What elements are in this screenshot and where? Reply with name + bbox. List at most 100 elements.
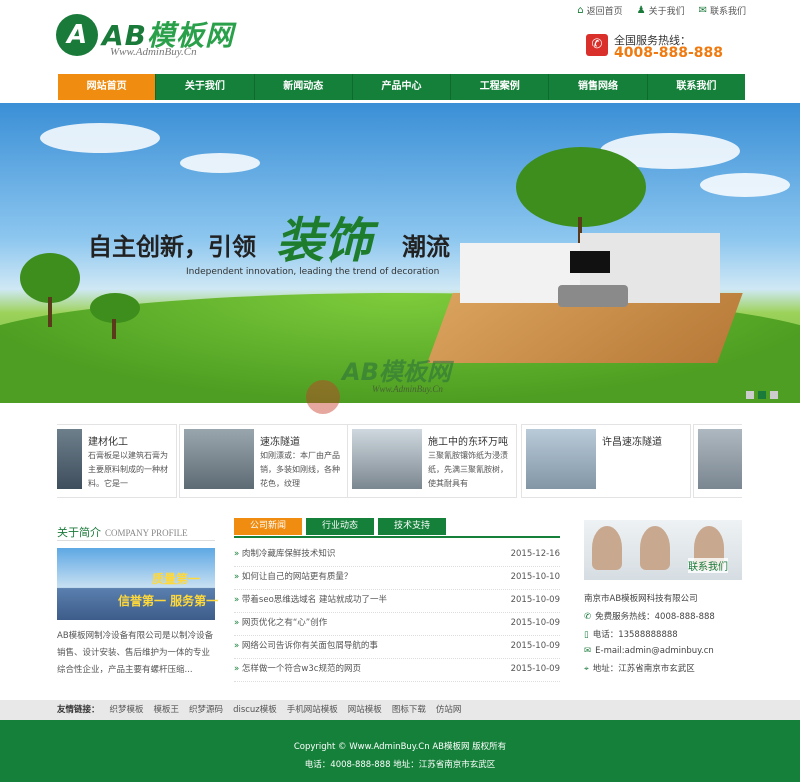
contact-label: 联系我们: [688, 558, 728, 573]
nav-about[interactable]: 关于我们: [156, 74, 255, 100]
home-icon: ⌂: [577, 5, 584, 16]
product-title: 施工中的东环万吨: [428, 437, 508, 448]
friend-link[interactable]: 模板王: [154, 703, 180, 715]
email: ✉ E-mail:admin@adminbuy.cn: [584, 646, 714, 656]
agent-avatar: [592, 526, 622, 570]
news-list: 肉制冷藏库保鲜技术知识2015-12-16 如何让自己的网站更有质量？2015-…: [234, 544, 560, 682]
about-text: AB模板网制冷设备有限公司是以制冷设备销售、设计安装、售后维护为一体的专业综合性…: [57, 631, 214, 675]
nav-cases[interactable]: 工程案例: [451, 74, 550, 100]
news-tabs: 公司新闻 行业动态 技术支持: [234, 518, 446, 535]
product-image: [184, 429, 254, 489]
list-item[interactable]: 网络公司告诉你有关面包屑导航的事2015-10-09: [234, 636, 560, 659]
friend-link[interactable]: 织梦源码: [189, 703, 223, 715]
product-title: 速冻隧道: [260, 437, 300, 448]
friend-link[interactable]: 图标下载: [392, 703, 426, 715]
free-line: ✆ 免费服务热线：4008-888-888: [584, 612, 715, 622]
about-link[interactable]: ♟ 关于我们: [637, 4, 685, 17]
list-item[interactable]: 带着seo思维选域名 建站就成功了一半2015-10-09: [234, 590, 560, 613]
company-name: 南京市AB模板网科技有限公司: [584, 594, 698, 604]
phone: ▯ 电话：13588888888: [584, 630, 678, 640]
tab-industry[interactable]: 行业动态: [306, 518, 374, 535]
mobile-icon: ▯: [584, 630, 589, 640]
banner-title-accent: 装饰: [276, 213, 373, 269]
product-desc: 石膏板是以建筑石膏为主要原料制成的一种材料。它是一: [88, 451, 168, 488]
product-card[interactable]: 速冻隧道 如刚漂或：本厂由产品销，多装如刚线，各种花色，纹理: [179, 424, 349, 498]
carousel-dot[interactable]: [770, 391, 778, 399]
address: ⌖ 地址：江苏省南京市玄武区: [584, 664, 695, 674]
agent-avatar: [640, 526, 670, 570]
watermark-subtitle: Www.AdminBuy.Cn: [372, 384, 443, 394]
logo-subtitle: Www.AdminBuy.Cn: [110, 46, 197, 58]
home-link[interactable]: ⌂ 返回首页: [577, 4, 622, 17]
copyright: Copyright © Www.AdminBuy.Cn AB模板网 版权所有: [293, 742, 507, 752]
nav-contact[interactable]: 联系我们: [648, 74, 745, 100]
banner-subtitle: Independent innovation, leading the tren…: [186, 267, 440, 277]
product-title: 许昌速冻隧道: [602, 437, 662, 448]
divider: [57, 540, 215, 541]
nav-products[interactable]: 产品中心: [353, 74, 452, 100]
friend-links: 友情链接： 织梦模板 模板王 织梦源码 discuz模板 手机网站模板 网站模板…: [57, 703, 461, 715]
header: A AB模板网 Www.AdminBuy.Cn ⌂ 返回首页 ♟ 关于我们 ✉ 联系我…: [0, 0, 800, 72]
hotline-number: 4008-888-888: [614, 45, 724, 61]
mail-icon: ✉: [584, 646, 592, 656]
decorated-room-image: [427, 233, 743, 363]
friend-link[interactable]: 手机网站模板: [287, 703, 338, 715]
carousel-dot-active[interactable]: [758, 391, 766, 399]
cloud: [40, 123, 160, 153]
location-icon: ⌖: [584, 664, 589, 674]
divider: [234, 536, 560, 538]
product-image: [698, 429, 742, 489]
sofa-icon: [558, 285, 628, 307]
footer-contact: 电话：4008-888-888 地址：江苏省南京市玄武区: [304, 760, 496, 770]
footer: Copyright © Www.AdminBuy.Cn AB模板网 版权所有 电…: [0, 720, 800, 782]
contact-link[interactable]: ✉ 联系我们: [699, 4, 746, 17]
carousel-dot[interactable]: [746, 391, 754, 399]
site-logo[interactable]: A AB模板网 Www.AdminBuy.Cn: [56, 14, 236, 62]
friend-link[interactable]: 网站模板: [348, 703, 382, 715]
phone-icon: ✆: [586, 34, 608, 56]
banner-title-tail: 潮流: [402, 232, 450, 261]
tab-company-news[interactable]: 公司新闻: [234, 518, 302, 535]
main-nav: 网站首页 关于我们 新闻动态 产品中心 工程案例 销售网络 联系我们: [58, 74, 745, 100]
product-desc: 三聚氰胺镶饰纸为浸渍纸，先满三聚氰胺树，使其耐具有: [428, 451, 508, 488]
friend-link[interactable]: 仿站网: [436, 703, 462, 715]
tree: [516, 147, 646, 247]
contact-image[interactable]: 联系我们: [584, 520, 742, 580]
product-title: 建材化工: [88, 437, 128, 448]
watermark-logo-icon: [306, 380, 340, 414]
list-item[interactable]: 网页优化之有“心”创作2015-10-09: [234, 613, 560, 636]
nav-home[interactable]: 网站首页: [58, 74, 157, 100]
product-card[interactable]: 施工中的东环万吨 三聚氰胺镶饰纸为浸渍纸，先满三聚氰胺树，使其耐具有: [347, 424, 517, 498]
cloud: [180, 153, 260, 173]
product-image: [352, 429, 422, 489]
product-card[interactable]: 建材化工 石膏板是以建筑石膏为主要原料制成的一种材料。它是一: [57, 424, 177, 498]
tv-icon: [570, 251, 610, 273]
nav-news[interactable]: 新闻动态: [255, 74, 353, 100]
list-item[interactable]: 肉制冷藏库保鲜技术知识2015-12-16: [234, 544, 560, 567]
product-strip: 建材化工 石膏板是以建筑石膏为主要原料制成的一种材料。它是一 速冻隧道 如刚漂或…: [57, 420, 742, 498]
about-badge: 质量第一: [152, 572, 201, 586]
tab-tech[interactable]: 技术支持: [378, 518, 446, 535]
watermark: AB模板网: [342, 358, 451, 386]
product-card[interactable]: 许昌速冻隧道: [521, 424, 691, 498]
cloud: [700, 173, 790, 197]
about-title: 关于简介 COMPANY PROFILE: [57, 526, 188, 539]
links-label: 友情链接：: [57, 705, 100, 715]
product-desc: 如刚漂或：本厂由产品销，多装如刚线，各种花色，纹理: [260, 451, 340, 488]
friend-link[interactable]: discuz模板: [233, 703, 277, 715]
product-image: [526, 429, 596, 489]
nav-sales[interactable]: 销售网络: [549, 74, 648, 100]
user-icon: ♟: [636, 5, 646, 16]
about-badge: 信誉第一 服务第一: [118, 594, 219, 608]
list-item[interactable]: 如何让自己的网站更有质量？2015-10-10: [234, 567, 560, 590]
top-links: ⌂ 返回首页 ♟ 关于我们 ✉ 联系我们: [577, 4, 746, 17]
phone-icon: ✆: [584, 612, 592, 622]
product-card[interactable]: [693, 424, 742, 498]
banner-title: 自主创新，引领: [88, 232, 256, 261]
carousel-dots: [746, 391, 778, 399]
list-item[interactable]: 怎样做一个符合w3c规范的网页2015-10-09: [234, 659, 560, 682]
chat-icon: ✉: [698, 5, 707, 16]
logo-mark-icon: A: [56, 14, 98, 56]
friend-link[interactable]: 织梦模板: [110, 703, 144, 715]
product-image: [57, 429, 82, 489]
